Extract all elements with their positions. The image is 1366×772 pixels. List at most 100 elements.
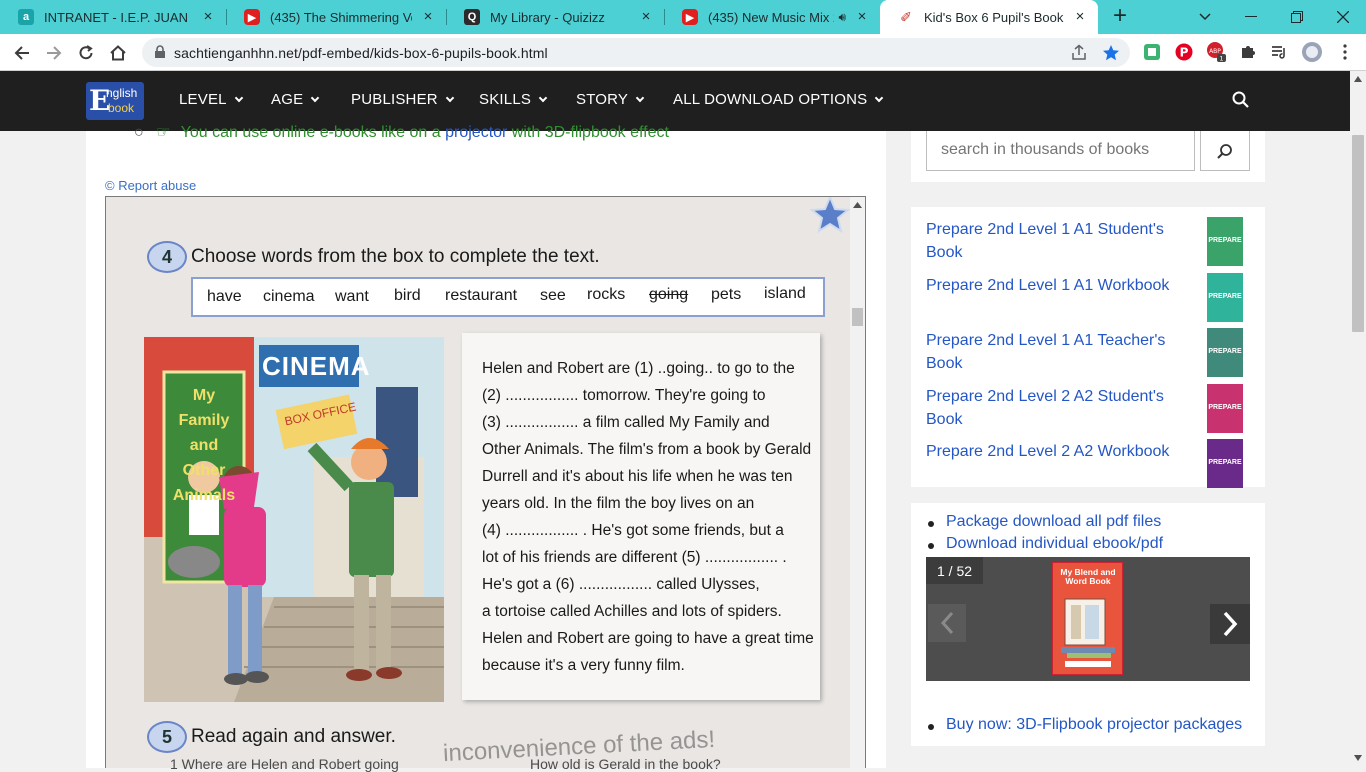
tab-kids-box[interactable]: ✐ Kid's Box 6 Pupil's Book pdf ×	[880, 0, 1098, 34]
extensions-puzzle-icon[interactable]	[1237, 41, 1259, 63]
book-link-a1-teachers[interactable]: Prepare 2nd Level 1 A1 Teacher's Book	[926, 329, 1186, 375]
chevron-down-icon	[635, 93, 645, 103]
speaker-icon[interactable]: 🔊︎	[838, 10, 846, 25]
chevron-down-icon	[1199, 13, 1211, 21]
chevron-right-icon	[1223, 611, 1238, 637]
close-icon[interactable]: ×	[1072, 9, 1088, 25]
exercise-5-question-1: 1 Where are Helen and Robert going	[170, 756, 399, 772]
word-rocks: rocks	[587, 286, 626, 303]
book-link-a2-students[interactable]: Prepare 2nd Level 2 A2 Student's Book	[926, 385, 1186, 431]
lock-icon[interactable]	[154, 45, 166, 59]
word-pets: pets	[711, 286, 742, 303]
book-thumbnail[interactable]: PREPARE	[1207, 273, 1243, 322]
individual-download-link[interactable]: Download individual ebook/pdf	[946, 535, 1163, 553]
chevron-down-icon	[311, 93, 320, 103]
word-restaurant: restaurant	[445, 287, 518, 304]
package-download-link[interactable]: Package download all pdf files	[946, 513, 1161, 531]
menu-skills[interactable]: SKILLS	[479, 91, 548, 108]
pinterest-icon[interactable]: P	[1173, 41, 1195, 63]
book-thumbnail[interactable]: PREPARE	[1207, 328, 1243, 377]
slider-next-button[interactable]	[1210, 604, 1250, 644]
menu-publisher[interactable]: PUBLISHER	[351, 91, 455, 108]
menu-age[interactable]: AGE	[271, 91, 320, 108]
menu-all-download-options[interactable]: ALL DOWNLOAD OPTIONS	[673, 91, 884, 108]
word-going-struck: going	[649, 286, 689, 303]
book-link-a1-workbook[interactable]: Prepare 2nd Level 1 A1 Workbook	[926, 274, 1186, 297]
scroll-down-icon[interactable]	[1354, 755, 1362, 761]
address-bar[interactable]: sachtienganhhn.net/pdf-embed/kids-box-6-…	[142, 38, 1130, 67]
close-icon[interactable]: ×	[638, 9, 654, 25]
slider-book-cover[interactable]: My Blend and Word Book	[1052, 562, 1123, 675]
scroll-up-icon[interactable]	[853, 202, 862, 208]
new-tab-button[interactable]: +	[1107, 4, 1133, 30]
browser-toolbar: sachtienganhhn.net/pdf-embed/kids-box-6-…	[0, 34, 1366, 71]
report-abuse-link[interactable]: © Report abuse	[105, 178, 196, 193]
page-scroll-thumb[interactable]	[1352, 135, 1364, 332]
youtube-icon: ▶	[682, 9, 698, 25]
tab-intranet[interactable]: a INTRANET - I.E.P. JUAN PABLO ×	[0, 0, 226, 34]
tab-search-button[interactable]	[1182, 0, 1228, 34]
hand-pointer-icon: ☞	[156, 124, 171, 141]
star-icon[interactable]	[1102, 44, 1120, 62]
list-bullet	[928, 521, 934, 527]
close-icon	[1337, 11, 1349, 23]
menu-kebab-icon[interactable]	[1334, 41, 1356, 63]
sidebar-search-input[interactable]: search in thousands of books	[926, 131, 1195, 171]
tab-quizizz[interactable]: Q My Library - Quizizz ×	[446, 0, 664, 34]
tab-strip: a INTRANET - I.E.P. JUAN PABLO × ▶ (435)…	[0, 0, 1366, 34]
minimize-icon	[1245, 16, 1257, 17]
svg-text:P: P	[1180, 46, 1189, 60]
book-link-a2-workbook[interactable]: Prepare 2nd Level 2 A2 Workbook	[926, 440, 1186, 463]
minimize-button[interactable]	[1228, 0, 1274, 34]
restore-icon	[1291, 11, 1303, 23]
list-bullet: ○	[134, 124, 144, 141]
a-letter-icon: a	[18, 9, 34, 25]
close-icon[interactable]: ×	[420, 9, 436, 25]
tab-youtube-shimmering[interactable]: ▶ (435) The Shimmering Voyage ×	[226, 0, 446, 34]
cinema-illustration: CINEMA My Family and Other Animals BOX O…	[144, 337, 444, 702]
ebook-feature-bullet: ○ ☞ You can use online e-books like on a…	[134, 124, 669, 141]
home-button[interactable]	[104, 39, 132, 67]
book-thumbnail[interactable]: PREPARE	[1207, 217, 1243, 266]
close-window-button[interactable]	[1320, 0, 1366, 34]
profile-avatar-icon[interactable]	[1301, 41, 1323, 63]
book-link-a1-students[interactable]: Prepare 2nd Level 1 A1 Student's Book	[926, 218, 1186, 264]
slider-counter: 1 / 52	[926, 557, 983, 584]
pdf-scroll-thumb[interactable]	[852, 308, 863, 326]
adblock-icon[interactable]: ABP 1	[1205, 41, 1227, 63]
chevron-down-icon	[538, 93, 548, 103]
projector-link[interactable]: projector	[445, 124, 507, 141]
search-icon	[1217, 143, 1232, 159]
cinema-sign: CINEMA	[262, 351, 371, 381]
extension-green-icon[interactable]	[1141, 41, 1163, 63]
pdf-scrollbar[interactable]	[850, 197, 865, 768]
restore-button[interactable]	[1274, 0, 1320, 34]
buy-projector-link[interactable]: Buy now: 3D-Flipbook projector packages	[946, 716, 1242, 734]
close-icon[interactable]: ×	[200, 9, 216, 25]
forward-button[interactable]	[40, 39, 68, 67]
menu-level[interactable]: LEVEL	[179, 91, 243, 108]
exercise-5-title: Read again and answer.	[191, 726, 396, 747]
share-icon[interactable]	[1070, 44, 1088, 62]
slider-prev-button[interactable]	[928, 604, 966, 642]
menu-story[interactable]: STORY	[576, 91, 645, 108]
search-icon[interactable]	[1232, 91, 1250, 109]
reload-button[interactable]	[72, 39, 100, 67]
back-button[interactable]	[8, 39, 36, 67]
tab-youtube-music[interactable]: ▶ (435) New Music Mix 2022 🔊︎ ×	[664, 0, 880, 34]
url-text[interactable]: sachtienganhhn.net/pdf-embed/kids-box-6-…	[174, 45, 548, 61]
sidebar-search-button[interactable]	[1200, 131, 1250, 171]
site-logo[interactable]: E nglish book	[86, 82, 144, 120]
quizizz-icon: Q	[464, 9, 480, 25]
book-cover-image	[1061, 598, 1115, 667]
media-control-icon[interactable]	[1268, 41, 1290, 63]
exercise-5-number: 5	[147, 721, 187, 753]
scroll-up-icon[interactable]	[1354, 76, 1362, 82]
book-thumbnail[interactable]: PREPARE	[1207, 384, 1243, 433]
book-thumbnail[interactable]: PREPARE	[1207, 439, 1243, 488]
close-icon[interactable]: ×	[854, 9, 870, 25]
chevron-down-icon	[875, 93, 884, 103]
movie-poster-title: My Family and Other Animals	[172, 387, 236, 504]
arrow-right-icon	[47, 46, 62, 60]
chevron-left-icon	[940, 611, 954, 635]
